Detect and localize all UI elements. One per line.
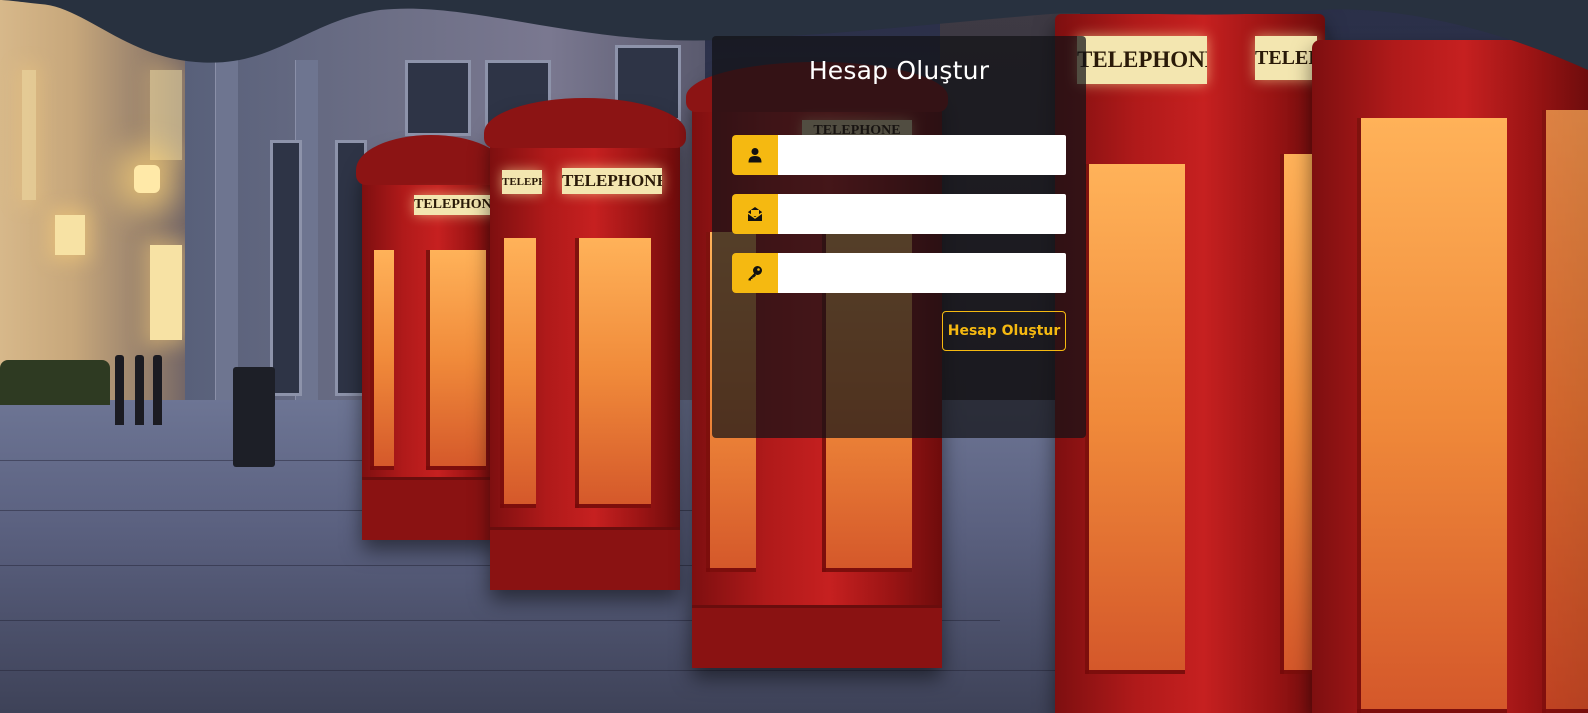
bollard <box>135 355 144 425</box>
username-input[interactable] <box>778 135 1066 175</box>
user-icon <box>732 135 778 175</box>
telephone-booth <box>1312 40 1588 713</box>
booth-sign: TELEPHONE <box>562 168 662 194</box>
trash-bin <box>233 367 275 467</box>
page: TELEPHONE TELEPHONE TELEPHONE TELEPHONE … <box>0 0 1588 713</box>
create-account-button[interactable]: Hesap Oluştur <box>942 311 1066 351</box>
telephone-booth: TELEPHONE TELEPHONE <box>1055 14 1325 713</box>
email-field <box>732 194 1066 234</box>
street-lamp <box>134 165 160 193</box>
bollard <box>153 355 162 425</box>
bollard <box>115 355 124 425</box>
email-input[interactable] <box>778 194 1066 234</box>
booth-sign: TELEPHONE <box>502 170 542 194</box>
telephone-booth: TELEPHONE TELEPHONE <box>484 98 686 590</box>
password-input[interactable] <box>778 253 1066 293</box>
booth-sign: TELEPHONE <box>414 195 494 215</box>
register-form-panel: Hesap Oluştur Hesap Oluştur <box>712 36 1086 438</box>
envelope-icon <box>732 194 778 234</box>
key-icon <box>732 253 778 293</box>
telephone-booth: TELEPHONE <box>356 135 506 540</box>
password-field <box>732 253 1066 293</box>
hedge <box>0 360 110 405</box>
username-field <box>732 135 1066 175</box>
form-title: Hesap Oluştur <box>808 56 990 85</box>
